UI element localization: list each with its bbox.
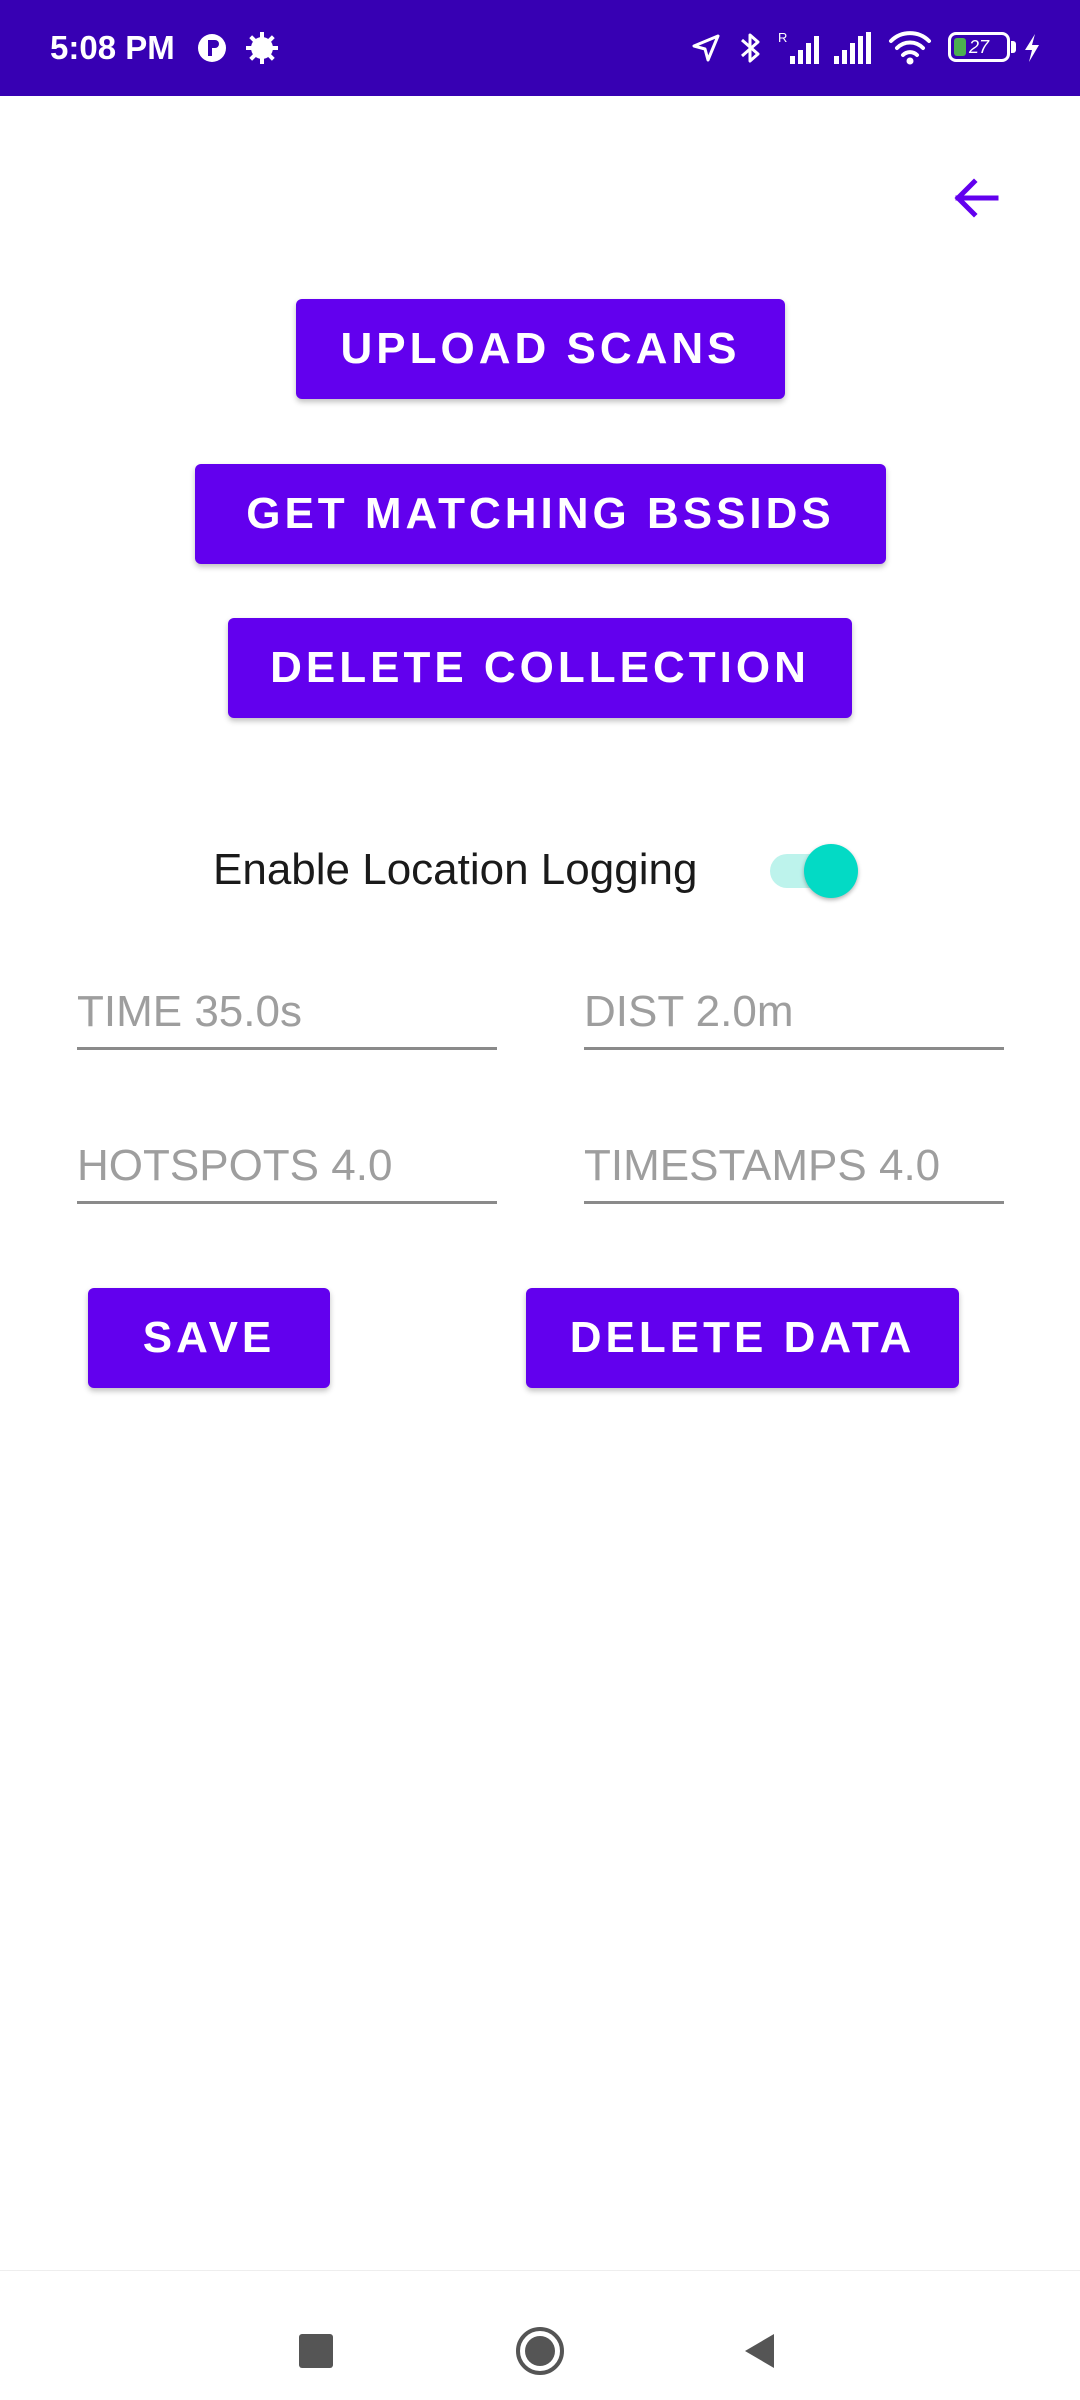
dist-field xyxy=(584,980,1004,1050)
status-time: 5:08 PM xyxy=(50,29,175,66)
timestamps-input[interactable] xyxy=(584,1134,1004,1198)
battery-level: 27 xyxy=(968,37,990,57)
location-logging-switch[interactable] xyxy=(770,844,862,898)
hotspots-input[interactable] xyxy=(77,1134,497,1198)
charging-bolt-icon xyxy=(1025,34,1039,62)
bluetooth-icon xyxy=(741,33,760,63)
screen: 5:08 PM R 27 UPLOAD SCANS GET MATCHING B… xyxy=(0,0,1080,2400)
get-matching-bssids-button[interactable]: GET MATCHING BSSIDS xyxy=(195,464,886,564)
arrow-back-icon[interactable] xyxy=(944,166,1008,230)
upload-scans-button[interactable]: UPLOAD SCANS xyxy=(296,299,785,399)
recents-square-icon[interactable] xyxy=(299,2334,333,2368)
wifi-icon xyxy=(889,31,931,65)
location-arrow-icon xyxy=(692,34,720,62)
battery-tip xyxy=(1011,41,1016,53)
back-triangle-icon[interactable] xyxy=(740,2331,780,2371)
location-logging-label: Enable Location Logging xyxy=(213,845,698,894)
timestamps-field xyxy=(584,1134,1004,1204)
signal-icon xyxy=(834,32,871,64)
save-button[interactable]: SAVE xyxy=(88,1288,330,1388)
time-input[interactable] xyxy=(77,980,497,1044)
time-field xyxy=(77,980,497,1050)
hotspots-field xyxy=(77,1134,497,1204)
vpn-key-icon xyxy=(198,34,226,62)
navigation-bar xyxy=(0,2270,1080,2400)
delete-collection-button[interactable]: DELETE COLLECTION xyxy=(228,618,852,718)
signal-roaming-icon: R xyxy=(778,30,819,64)
settings-gear-icon xyxy=(246,32,278,64)
svg-text:R: R xyxy=(778,30,787,45)
dist-input[interactable] xyxy=(584,980,1004,1044)
delete-data-button[interactable]: DELETE DATA xyxy=(526,1288,959,1388)
switch-thumb xyxy=(804,844,858,898)
home-circle-icon[interactable] xyxy=(514,2325,566,2377)
battery-icon: 27 xyxy=(948,32,1010,62)
status-bar: 5:08 PM R 27 xyxy=(0,0,1080,96)
